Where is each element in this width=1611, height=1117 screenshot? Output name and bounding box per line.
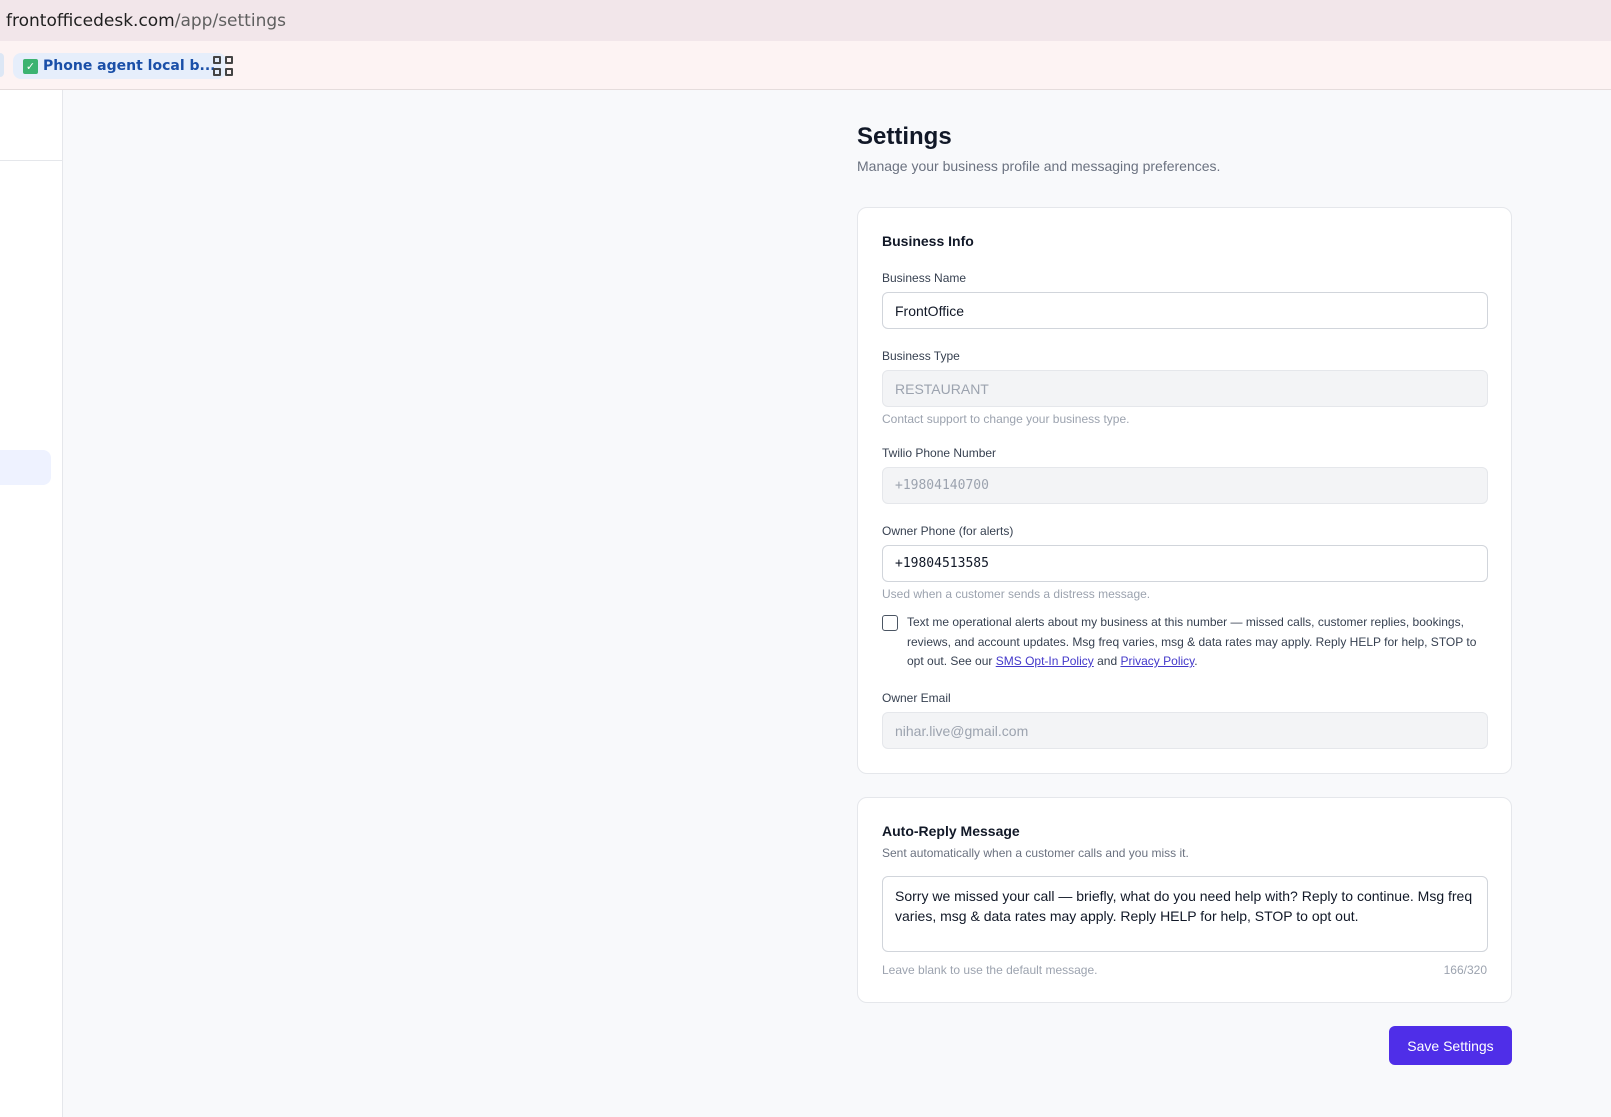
business-type-value: RESTAURANT — [895, 380, 989, 397]
business-name-label: Business Name — [882, 271, 967, 285]
owner-phone-input[interactable]: +19804513585 — [882, 545, 1488, 582]
sidebar-item-settings-active[interactable] — [0, 450, 51, 485]
owner-phone-value: +19804513585 — [895, 556, 989, 571]
sms-opt-in-policy-link[interactable]: SMS Opt-In Policy — [996, 654, 1094, 668]
character-counter: 166/320 — [1443, 963, 1487, 977]
owner-email-value: nihar.live@gmail.com — [895, 722, 1029, 739]
business-info-title: Business Info — [882, 233, 974, 249]
page-title: Settings — [857, 123, 952, 150]
bookmark-label: Phone agent local b... — [43, 58, 216, 74]
sms-alerts-checkbox[interactable] — [882, 615, 898, 631]
twilio-phone-input: +19804140700 — [882, 467, 1488, 504]
url-host: frontofficedesk.com — [6, 10, 175, 31]
bookmarks-bar: ✓ Phone agent local b... — [0, 41, 1611, 90]
consent-end: . — [1194, 654, 1198, 668]
page-subtitle: Manage your business profile and messagi… — [857, 158, 1221, 174]
save-settings-button[interactable]: Save Settings — [1389, 1026, 1512, 1065]
owner-email-label: Owner Email — [882, 691, 951, 705]
bookmark-stub[interactable] — [0, 53, 4, 77]
auto-reply-card: Auto-Reply Message Sent automatically wh… — [857, 797, 1512, 1003]
business-type-input: RESTAURANT — [882, 370, 1488, 407]
sidebar-divider — [0, 160, 62, 161]
owner-email-input: nihar.live@gmail.com — [882, 712, 1488, 749]
owner-phone-hint: Used when a customer sends a distress me… — [882, 587, 1151, 601]
twilio-phone-label: Twilio Phone Number — [882, 446, 997, 460]
business-type-label: Business Type — [882, 349, 960, 363]
privacy-policy-link[interactable]: Privacy Policy — [1120, 654, 1194, 668]
twilio-phone-value: +19804140700 — [895, 478, 989, 493]
auto-reply-title: Auto-Reply Message — [882, 823, 1020, 839]
business-type-hint: Contact support to change your business … — [882, 412, 1130, 426]
business-name-input[interactable]: FrontOffice — [882, 292, 1488, 329]
checkmark-icon: ✓ — [23, 58, 38, 74]
business-info-card: Business Info Business Name FrontOffice … — [857, 207, 1512, 774]
settings-main: Settings Manage your business profile an… — [857, 120, 1512, 1065]
owner-phone-label: Owner Phone (for alerts) — [882, 524, 1014, 538]
auto-reply-subtitle: Sent automatically when a customer calls… — [882, 846, 1189, 860]
consent-and: and — [1093, 654, 1121, 668]
apps-grid-icon[interactable] — [213, 56, 233, 76]
url-path: /app/settings — [174, 10, 286, 31]
auto-reply-textarea[interactable]: Sorry we missed your call — briefly, wha… — [882, 876, 1488, 952]
sidebar — [0, 90, 63, 1117]
address-bar[interactable]: frontofficedesk.com/app/settings — [0, 0, 1611, 41]
auto-reply-hint: Leave blank to use the default message. — [882, 963, 1098, 977]
business-name-value: FrontOffice — [895, 302, 964, 319]
sms-consent-text: Text me operational alerts about my busi… — [907, 613, 1489, 672]
bookmark-phone-agent[interactable]: ✓ Phone agent local b... — [13, 53, 226, 79]
